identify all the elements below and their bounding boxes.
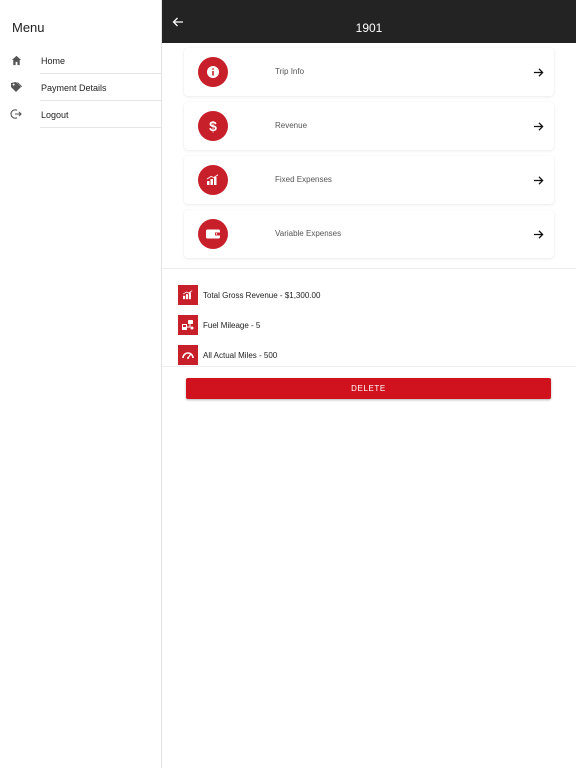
- tag-icon: [10, 81, 22, 93]
- divider: [162, 366, 576, 367]
- summary-text: Total Gross Revenue - $1,300.00: [203, 291, 321, 300]
- menu-title: Menu: [12, 20, 45, 35]
- trip-info-card[interactable]: Trip Info: [184, 48, 554, 96]
- chart-icon: [198, 165, 228, 195]
- card-label: Revenue: [275, 121, 308, 130]
- arrow-right-icon: [532, 174, 544, 186]
- card-label: Trip Info: [275, 67, 305, 76]
- fixed-expenses-card[interactable]: Fixed Expenses: [184, 156, 554, 204]
- sidebar-nav: Home Payment Details Logout: [0, 47, 161, 128]
- revenue-card[interactable]: $ Revenue: [184, 102, 554, 150]
- delete-button[interactable]: DELETE: [186, 378, 551, 399]
- arrow-right-icon: [532, 66, 544, 78]
- section-cards: Trip Info $ Revenue Fixed Expenses Varia…: [184, 48, 554, 264]
- divider: [162, 268, 576, 269]
- sidebar-item-label: Payment Details: [41, 82, 107, 93]
- sidebar-item-payment-details[interactable]: Payment Details: [0, 74, 161, 101]
- summary-text: Fuel Mileage - 5: [203, 321, 261, 330]
- page-title: 1901: [355, 21, 383, 35]
- sidebar: Menu Home Payment Details Logout: [0, 0, 162, 768]
- divider: [40, 127, 161, 128]
- summary-text: All Actual Miles - 500: [203, 351, 278, 360]
- chart-icon: [178, 285, 198, 305]
- gauge-icon: [178, 345, 198, 365]
- fuel-icon: [178, 315, 198, 335]
- home-icon: [10, 54, 22, 66]
- info-icon: [198, 57, 228, 87]
- sidebar-item-label: Logout: [41, 109, 69, 120]
- sidebar-item-label: Home: [41, 55, 66, 66]
- card-label: Fixed Expenses: [275, 175, 332, 184]
- variable-expenses-card[interactable]: Variable Expenses: [184, 210, 554, 258]
- wallet-icon: [198, 219, 228, 249]
- logout-icon: [10, 108, 22, 120]
- sidebar-item-home[interactable]: Home: [0, 47, 161, 74]
- list-item: Fuel Mileage - 5: [178, 315, 558, 345]
- top-header: 1901: [162, 0, 576, 43]
- list-item: Total Gross Revenue - $1,300.00: [178, 285, 558, 315]
- arrow-right-icon: [532, 120, 544, 132]
- svg-text:$: $: [209, 118, 217, 134]
- sidebar-item-logout[interactable]: Logout: [0, 101, 161, 128]
- arrow-right-icon: [532, 228, 544, 240]
- trip-summary: Total Gross Revenue - $1,300.00 Fuel Mil…: [178, 285, 558, 375]
- list-item: All Actual Miles - 500: [178, 345, 558, 375]
- dollar-icon: $: [198, 111, 228, 141]
- card-label: Variable Expenses: [275, 229, 342, 238]
